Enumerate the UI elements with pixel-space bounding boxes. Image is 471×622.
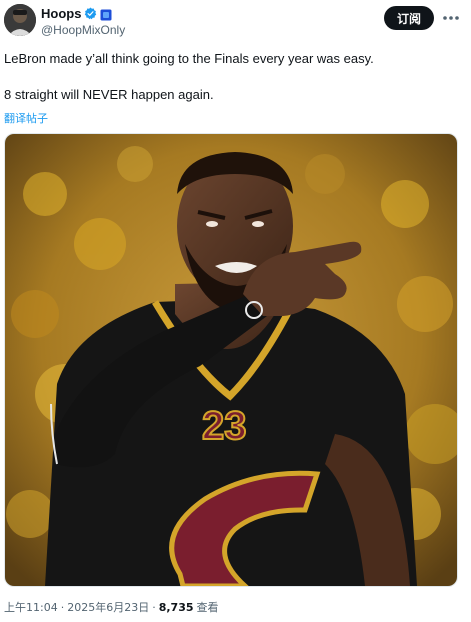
post-meta: 上午11:04 · 2025年6月23日 · 8,735 查看	[4, 599, 219, 615]
views-label: 查看	[196, 601, 219, 614]
verified-badge-icon	[84, 7, 97, 20]
affiliation-badge-icon[interactable]	[100, 8, 112, 20]
meta-separator: ·	[60, 600, 65, 614]
subscribe-button[interactable]: 订阅	[384, 6, 434, 30]
display-name[interactable]: Hoops	[41, 6, 81, 21]
post-image[interactable]: 23	[4, 133, 458, 587]
player-photo: 23	[5, 134, 457, 586]
jersey-number: 23	[202, 404, 247, 448]
post-header: Hoops @HoopMixOnly 订阅	[0, 0, 471, 44]
more-options-icon[interactable]	[440, 8, 462, 28]
post-date[interactable]: 2025年6月23日	[67, 599, 149, 615]
name-row: Hoops	[41, 6, 112, 21]
translate-post-link[interactable]: 翻译帖子	[4, 110, 48, 126]
post-time[interactable]: 上午11:04	[4, 599, 58, 615]
avatar[interactable]	[4, 4, 36, 36]
account-handle[interactable]: @HoopMixOnly	[41, 23, 125, 37]
post-text: LeBron made y’all think going to the Fin…	[4, 50, 464, 104]
post-text-line-2: 8 straight will NEVER happen again.	[4, 87, 214, 102]
views-count: 8,735	[158, 600, 194, 614]
meta-separator: ·	[152, 600, 156, 614]
post-text-line-1: LeBron made y’all think going to the Fin…	[4, 51, 374, 66]
